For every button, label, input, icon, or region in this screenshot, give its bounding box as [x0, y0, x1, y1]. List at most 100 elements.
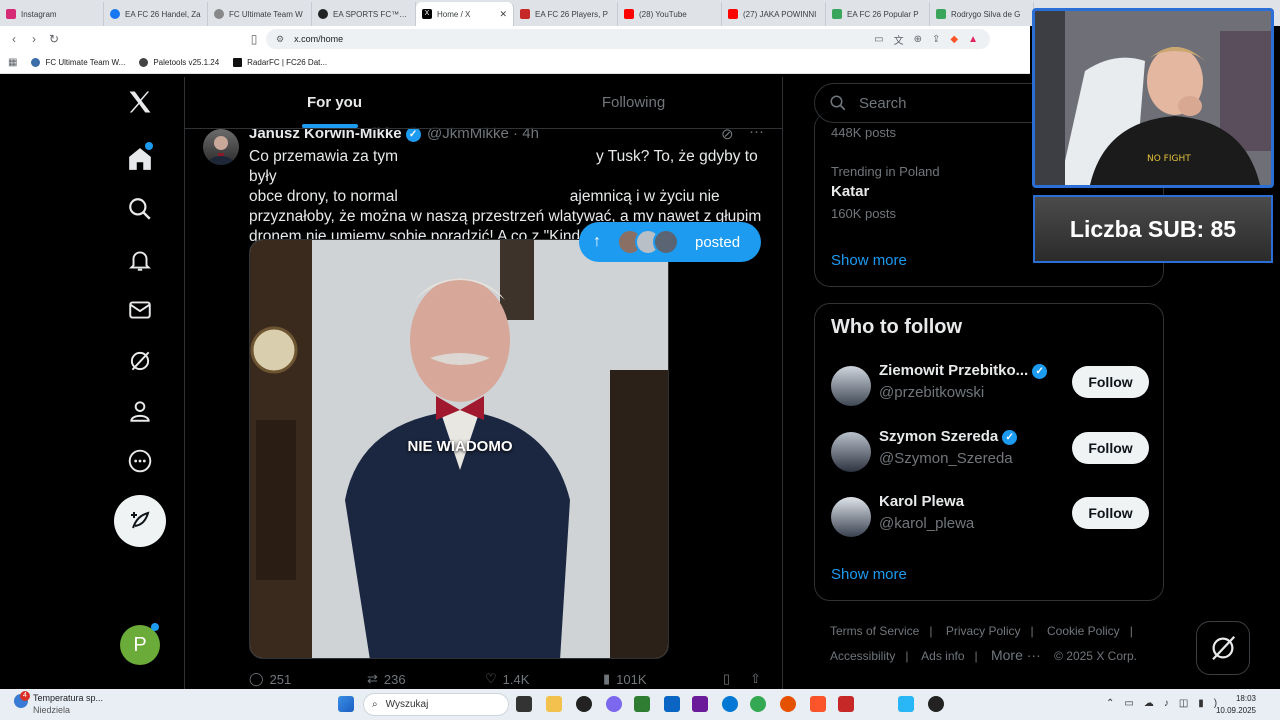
follow-button[interactable]: Follow	[1072, 497, 1149, 529]
file-explorer-icon[interactable]	[546, 696, 562, 712]
browser-tab[interactable]: (28) YouTube	[618, 2, 722, 26]
youtube-icon	[728, 9, 738, 19]
discord-icon[interactable]	[606, 696, 622, 712]
app-icon[interactable]	[898, 696, 914, 712]
weather-widget[interactable]: Temperatura sp... Niedziela	[33, 693, 103, 715]
search-icon	[830, 95, 846, 111]
follow-suggestion[interactable]: Karol Plewa @karol_plewa Follow	[831, 493, 1149, 543]
app-icon[interactable]	[692, 696, 708, 712]
browser-tab[interactable]: EA FC 26 Players, P	[514, 2, 618, 26]
futbin-icon	[520, 9, 530, 19]
instagram-icon	[6, 9, 16, 19]
feather-icon	[131, 511, 150, 529]
browser-tab-active[interactable]: X Home / X ✕	[416, 2, 514, 26]
app-icon[interactable]	[576, 696, 592, 712]
browser-tab[interactable]: EA SPORTS FC™ 26	[312, 2, 416, 26]
trend-item[interactable]: Trending in Poland Katar 160K posts	[831, 164, 940, 221]
svg-text:NO FIGHT: NO FIGHT	[1147, 154, 1191, 164]
reply-button[interactable]: ◯ 251	[249, 671, 367, 687]
bell-icon[interactable]	[126, 246, 154, 274]
bookmark-item[interactable]: RadarFC | FC26 Dat...	[233, 58, 327, 67]
app-icon[interactable]	[928, 696, 944, 712]
footer-more[interactable]: More ···	[991, 647, 1041, 663]
follow-button[interactable]: Follow	[1072, 366, 1149, 398]
webcam-overlay: NO FIGHT	[1032, 8, 1274, 188]
close-tab-icon[interactable]: ✕	[499, 9, 507, 20]
more-icon[interactable]	[126, 447, 154, 475]
brave-icon[interactable]	[810, 696, 826, 712]
notification-dot	[145, 142, 153, 150]
compose-post-button[interactable]	[114, 495, 166, 547]
windows-start-icon[interactable]	[338, 696, 354, 712]
x-logo-icon[interactable]	[126, 88, 154, 116]
tab-following[interactable]: Following	[484, 77, 782, 128]
tab-for-you[interactable]: For you	[185, 77, 484, 128]
follow-suggestion[interactable]: Ziemowit Przebitko... ✓ @przebitkowski Fo…	[831, 362, 1149, 412]
forward-icon[interactable]: ›	[24, 32, 44, 46]
taskbar-search[interactable]: ⌕ Wyszukaj	[363, 693, 509, 716]
footer-link[interactable]: Terms of Service	[830, 624, 919, 638]
opera-icon[interactable]	[780, 696, 796, 712]
verified-badge-icon: ✓	[1002, 429, 1018, 445]
back-icon[interactable]: ‹	[4, 32, 24, 46]
footer-link[interactable]: Cookie Policy	[1047, 624, 1120, 638]
install-icon[interactable]: ▭	[874, 34, 883, 45]
avatar	[831, 366, 871, 406]
reload-icon[interactable]: ↻	[44, 32, 64, 46]
browser-tab[interactable]: FC Ultimate Team W	[208, 2, 312, 26]
chrome-icon[interactable]	[750, 696, 766, 712]
copyright: © 2025 X Corp.	[1054, 649, 1137, 663]
apps-grid-icon[interactable]: ▦	[8, 57, 17, 68]
user-avatar[interactable]: P	[120, 625, 160, 665]
show-more-link[interactable]: Show more	[831, 252, 907, 269]
bookmark-item[interactable]: Paletools v25.1.24	[139, 58, 219, 67]
globe-icon	[31, 58, 41, 67]
reply-icon: ◯	[249, 671, 264, 686]
share-icon[interactable]: ⇧	[750, 671, 761, 687]
browser-tab[interactable]: Rodrygo Silva de G	[930, 2, 1034, 26]
brave-rewards-icon[interactable]: ▲	[968, 34, 978, 45]
system-tray-icons[interactable]: ⌃▭☁♪◫▮)	[1106, 698, 1227, 709]
browser-tab[interactable]: EA FC 26 Popular P	[826, 2, 930, 26]
grok-icon[interactable]	[126, 347, 154, 375]
zoom-icon[interactable]: ⊕	[914, 34, 922, 45]
browser-tab[interactable]: EA FC 26 Handel, Za	[104, 2, 208, 26]
bookmark-item[interactable]: FC Ultimate Team W...	[31, 58, 125, 67]
fut-icon	[936, 9, 946, 19]
follow-button[interactable]: Follow	[1072, 432, 1149, 464]
excel-icon[interactable]	[634, 696, 650, 712]
clock[interactable]: 18:03 10.09.2025	[1216, 693, 1256, 717]
follow-suggestion[interactable]: Szymon Szereda ✓ @Szymon_Szereda Follow	[831, 428, 1149, 478]
like-button[interactable]: ♡ 1.4K	[485, 671, 603, 687]
site-info-icon[interactable]: ⚙	[276, 34, 284, 45]
show-more-link[interactable]: Show more	[831, 566, 907, 583]
grok-button[interactable]	[1196, 621, 1250, 675]
profile-icon[interactable]	[126, 397, 154, 425]
tweet-author-avatar[interactable]	[203, 129, 239, 165]
brave-shield-icon[interactable]: ◆	[950, 34, 958, 45]
browser-tab[interactable]: Instagram	[0, 2, 104, 26]
browser-tab[interactable]: (27) JAKA POWINNI	[722, 2, 826, 26]
bookmark-icon[interactable]: ▯	[244, 32, 264, 46]
translate-icon[interactable]: 文	[894, 32, 904, 47]
share-icon[interactable]: ⇪	[932, 34, 940, 45]
views-button[interactable]: ▮ 101K	[603, 671, 723, 687]
new-posts-pill[interactable]: ↑ posted	[579, 222, 761, 262]
footer-link[interactable]: Privacy Policy	[946, 624, 1021, 638]
bookmark-icon[interactable]: ▯	[723, 671, 730, 687]
webcam-frame: NO FIGHT	[1035, 11, 1271, 185]
vivaldi-icon[interactable]	[838, 696, 854, 712]
tweet-video[interactable]: NIE WIADOMO	[249, 239, 669, 659]
repost-button[interactable]: ⇄ 236	[367, 671, 485, 687]
edge-icon[interactable]	[722, 696, 738, 712]
vscode-icon[interactable]	[664, 696, 680, 712]
radarfc-icon	[233, 58, 243, 67]
who-to-follow-panel: Who to follow Ziemowit Przebitko... ✓ @pr…	[814, 303, 1164, 601]
task-view-icon[interactable]	[516, 696, 532, 712]
footer-link[interactable]: Ads info	[921, 649, 964, 663]
footer-link[interactable]: Accessibility	[830, 649, 895, 663]
paletools-icon	[139, 58, 149, 67]
search-icon[interactable]	[126, 195, 154, 223]
mail-icon[interactable]	[126, 296, 154, 324]
feed-tabs: For you Following	[185, 77, 782, 129]
